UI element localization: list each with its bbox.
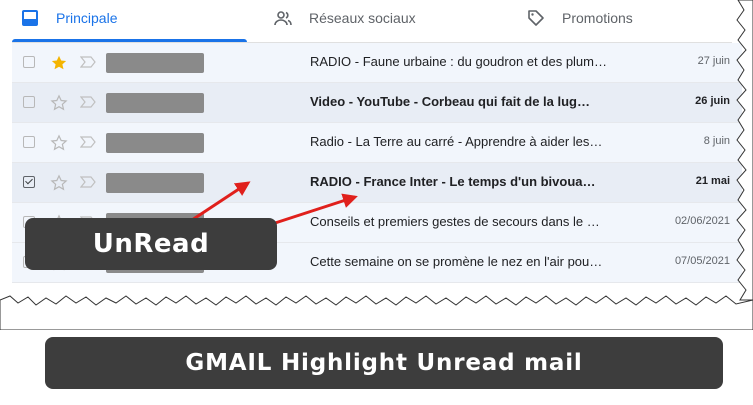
gmail-screenshot: Principale Réseaux sociaux Promotions RA… (0, 0, 753, 330)
arrow-to-unread-row (191, 181, 251, 222)
caption-banner: GMAIL Highlight Unread mail (45, 337, 723, 389)
arrow-to-unread-subject (271, 193, 358, 226)
annotation-arrows (191, 181, 358, 226)
unread-annotation-label: UnRead (25, 218, 277, 270)
